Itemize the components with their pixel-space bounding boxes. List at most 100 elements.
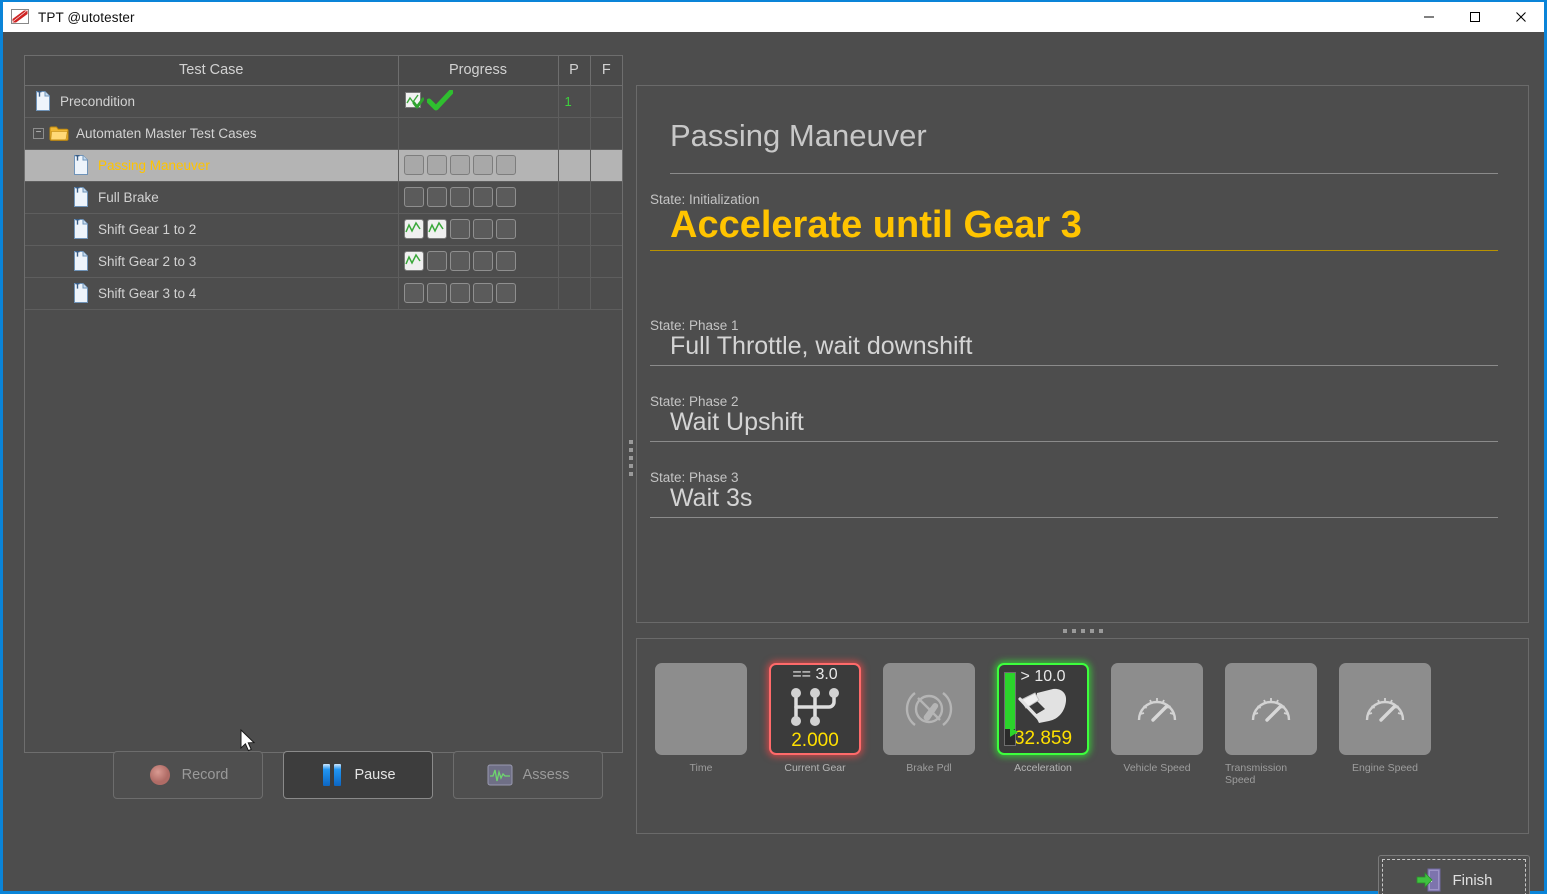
tree-expander-toggle[interactable]: − xyxy=(33,127,44,139)
pause-button[interactable]: Pause xyxy=(283,751,433,799)
table-row[interactable]: Precondition 1 xyxy=(25,85,622,118)
progress-box xyxy=(449,187,470,207)
close-button[interactable] xyxy=(1498,2,1544,32)
record-circle-icon xyxy=(149,765,170,785)
record-button-label: Record xyxy=(181,767,229,783)
assess-button[interactable]: Assess xyxy=(453,751,603,799)
column-header-f[interactable]: F xyxy=(590,56,622,86)
table-row[interactable]: Shift Gear 1 to 2 xyxy=(25,213,622,246)
cell-progress xyxy=(398,117,559,150)
column-header-p[interactable]: P xyxy=(558,56,591,86)
progress-box xyxy=(403,219,424,239)
cell-fail-count xyxy=(590,181,622,214)
signal-label: Brake Pdl xyxy=(906,762,952,774)
signal-icon-wrap xyxy=(901,666,957,752)
state-block: State: Phase 1 Full Throttle, wait downsh… xyxy=(650,318,1498,366)
column-header-test-case[interactable]: Test Case xyxy=(25,56,399,86)
minimize-button[interactable] xyxy=(1406,2,1452,32)
signals-panel: Time == 3.0 2.000 Current Gear Brake Pdl > … xyxy=(636,638,1529,834)
signal-label: Acceleration xyxy=(1014,762,1072,774)
signal-icon-wrap xyxy=(1134,666,1180,752)
progress-box xyxy=(449,283,470,303)
title-divider xyxy=(670,173,1498,174)
bar-gauge-fill xyxy=(1005,673,1015,730)
table-row[interactable]: Shift Gear 2 to 3 xyxy=(25,245,622,278)
gear-shift-icon xyxy=(791,688,839,726)
cell-pass-count xyxy=(558,181,591,214)
cell-progress xyxy=(398,85,559,118)
signal-tile[interactable]: > 10.0 32.859 Acceleration xyxy=(997,663,1089,786)
test-case-label: Shift Gear 1 to 2 xyxy=(98,221,197,237)
cell-fail-count xyxy=(590,117,622,150)
signal-value: 32.859 xyxy=(1013,728,1073,749)
signal-tile-box: == 3.0 2.000 xyxy=(769,663,861,755)
test-case-label: Precondition xyxy=(60,93,136,109)
cell-progress xyxy=(398,213,559,246)
brake-pedal-icon xyxy=(905,692,953,726)
state-name: State: Phase 2 xyxy=(650,394,739,409)
pass-count: 1 xyxy=(564,93,572,109)
table-row[interactable]: − Automaten Master Test Cases xyxy=(25,117,622,150)
progress-box xyxy=(426,187,447,207)
cell-fail-count xyxy=(590,149,622,182)
signal-tile-box xyxy=(883,663,975,755)
finish-button[interactable]: Finish xyxy=(1378,855,1530,894)
state-block: State: Phase 2 Wait Upshift xyxy=(650,394,1498,442)
state-block: State: Phase 3 Wait 3s xyxy=(650,470,1498,518)
progress-box xyxy=(449,219,470,239)
speedometer-icon xyxy=(1251,698,1291,722)
signal-label: Vehicle Speed xyxy=(1123,762,1191,774)
maximize-button[interactable] xyxy=(1452,2,1498,32)
folder-icon xyxy=(49,126,69,141)
signal-icon-wrap xyxy=(1362,666,1408,752)
signal-graph-icon xyxy=(404,253,421,265)
splitter-grip-icon xyxy=(629,440,633,476)
progress-box xyxy=(472,283,493,303)
column-header-progress[interactable]: Progress xyxy=(398,56,559,86)
signal-tile-box xyxy=(655,663,747,755)
progress-box xyxy=(403,251,424,271)
progress-box xyxy=(403,187,424,207)
progress-box xyxy=(472,251,493,271)
signal-icon-wrap xyxy=(1017,686,1069,728)
signal-tile[interactable]: Vehicle Speed xyxy=(1111,663,1203,786)
record-button[interactable]: Record xyxy=(113,751,263,799)
signal-tile[interactable]: Engine Speed xyxy=(1339,663,1431,786)
table-row[interactable]: Shift Gear 3 to 4 xyxy=(25,277,622,310)
state-divider xyxy=(650,517,1498,518)
table-row[interactable]: Full Brake xyxy=(25,181,622,214)
test-case-document-icon xyxy=(74,187,88,207)
progress-box xyxy=(449,251,470,271)
cell-test-case: Precondition xyxy=(25,85,399,118)
window-controls xyxy=(1406,2,1544,32)
cell-test-case: Passing Maneuver xyxy=(25,149,399,182)
table-header-row: Test Case Progress P F xyxy=(25,56,622,86)
assess-button-label: Assess xyxy=(522,767,570,783)
signal-tile-box: > 10.0 32.859 xyxy=(997,663,1089,755)
cell-progress xyxy=(398,181,559,214)
state-block: State: Initialization Accelerate until Ge… xyxy=(650,192,1498,251)
test-case-document-icon xyxy=(74,283,88,303)
table-row[interactable]: Passing Maneuver xyxy=(25,149,622,182)
signal-wave-icon xyxy=(487,764,513,786)
cell-test-case: − Automaten Master Test Cases xyxy=(25,117,399,150)
signal-tile[interactable]: Transmission Speed xyxy=(1225,663,1317,786)
test-case-panel: Test Case Progress P F Precondition 1− A… xyxy=(24,55,623,753)
test-case-label: Shift Gear 2 to 3 xyxy=(98,253,197,269)
speedometer-icon xyxy=(1365,698,1405,722)
cell-pass-count xyxy=(558,277,591,310)
horizontal-splitter[interactable] xyxy=(636,624,1529,638)
progress-box xyxy=(403,155,424,175)
signal-tile[interactable]: Time xyxy=(655,663,747,786)
cell-fail-count xyxy=(590,245,622,278)
signal-tile[interactable]: Brake Pdl xyxy=(883,663,975,786)
green-check-icon xyxy=(426,90,453,111)
signal-tile[interactable]: == 3.0 2.000 Current Gear xyxy=(769,663,861,786)
signal-label: Transmission Speed xyxy=(1225,762,1288,786)
tpt-main-window: TPT @utotester Test Case Progress P F Pr… xyxy=(0,0,1547,894)
signal-label: Engine Speed xyxy=(1352,762,1418,774)
exit-door-icon xyxy=(1417,868,1441,892)
progress-box xyxy=(426,155,447,175)
state-name: State: Phase 1 xyxy=(650,318,739,333)
progress-box xyxy=(495,283,516,303)
